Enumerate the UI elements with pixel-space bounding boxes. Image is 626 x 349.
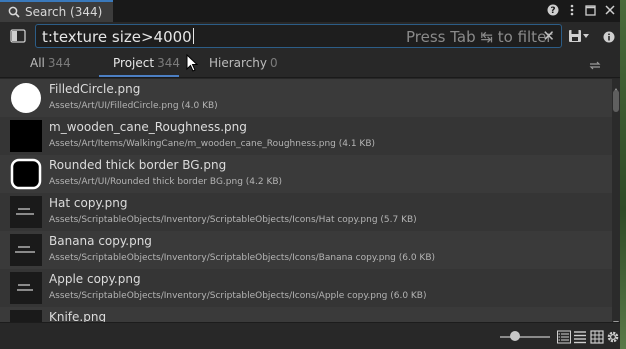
- scrollbar-thumb[interactable]: [613, 90, 619, 112]
- mouse-cursor-icon: [186, 53, 200, 74]
- list-item[interactable]: Apple copy.png Assets/ScriptableObjects/…: [0, 269, 612, 307]
- title-bar: Search (344) ?: [0, 0, 620, 22]
- filled-circle-thumbnail: [10, 82, 42, 114]
- status-bar: [0, 322, 620, 349]
- item-path: Assets/Art/UI/FilledCircle.png (4.0 KB): [49, 101, 218, 111]
- black-square-thumbnail: [10, 120, 42, 152]
- search-toolbar: t:texture size>4000 Press Tab ↹ to filte…: [0, 22, 620, 49]
- close-icon[interactable]: [603, 3, 616, 17]
- svg-text:?: ?: [550, 6, 555, 16]
- tab-hierarchy-label: Hierarchy: [209, 56, 268, 70]
- window-tab-title: Search (344): [25, 5, 103, 19]
- clear-search-icon[interactable]: ✕: [542, 27, 555, 45]
- tab-all-count: 344: [47, 56, 71, 70]
- settings-gear-icon[interactable]: [606, 329, 620, 343]
- side-panel-toggle-icon[interactable]: [10, 28, 26, 43]
- text-thumbnail: [10, 310, 42, 322]
- scene-background: [620, 0, 626, 349]
- info-icon[interactable]: [603, 28, 615, 43]
- list-item[interactable]: Banana copy.png Assets/ScriptableObjects…: [0, 231, 612, 269]
- search-query: t:texture size>4000: [42, 28, 194, 46]
- text-thumbnail: [10, 272, 42, 304]
- item-path: Assets/Art/UI/Rounded thick border BG.pn…: [49, 177, 283, 187]
- table-view-icon[interactable]: [590, 329, 604, 344]
- text-thumbnail: [10, 234, 42, 266]
- item-name: Hat copy.png: [49, 196, 128, 210]
- item-name: FilledCircle.png: [49, 82, 141, 96]
- item-size-slider[interactable]: [500, 336, 550, 338]
- item-path: Assets/ScriptableObjects/Inventory/Scrip…: [49, 215, 417, 225]
- window-tab[interactable]: Search (344): [0, 0, 113, 22]
- search-icon: [8, 6, 20, 18]
- provider-tabs: All 344 Project 344 Hierarchy 0: [0, 50, 620, 78]
- item-path: Assets/Art/Items/WalkingCane/m_wooden_ca…: [49, 139, 376, 149]
- item-size-slider-knob[interactable]: [510, 331, 520, 341]
- item-name: m_wooden_cane_Roughness.png: [49, 120, 247, 134]
- tab-project-label: Project: [113, 56, 155, 70]
- help-icon[interactable]: ?: [546, 3, 559, 17]
- kebab-menu-icon[interactable]: [565, 3, 578, 17]
- scroll-up-icon[interactable]: [613, 80, 619, 93]
- list-item[interactable]: m_wooden_cane_Roughness.png Assets/Art/I…: [0, 117, 612, 155]
- list-view-icon[interactable]: [557, 329, 571, 344]
- item-name: Rounded thick border BG.png: [49, 158, 227, 172]
- text-thumbnail: [10, 196, 42, 228]
- scroll-down-icon[interactable]: [613, 312, 619, 326]
- item-path: Assets/ScriptableObjects/Inventory/Scrip…: [49, 291, 427, 301]
- sync-icon[interactable]: [588, 57, 602, 70]
- search-window: Search (344) ? t:texture size>4000 Press…: [0, 0, 620, 349]
- vertical-scrollbar[interactable]: [612, 79, 620, 326]
- list-item[interactable]: Rounded thick border BG.png Assets/Art/U…: [0, 155, 612, 193]
- tab-all[interactable]: All 344: [30, 56, 71, 70]
- search-hint: Press Tab ↹ to filter: [406, 28, 553, 46]
- results-list: FilledCircle.png Assets/Art/UI/FilledCir…: [0, 79, 612, 322]
- maximize-icon[interactable]: [584, 3, 597, 17]
- tab-hierarchy[interactable]: Hierarchy 0: [209, 56, 278, 70]
- active-tab-indicator: [99, 75, 179, 77]
- list-item[interactable]: Hat copy.png Assets/ScriptableObjects/In…: [0, 193, 612, 231]
- search-input[interactable]: t:texture size>4000 Press Tab ↹ to filte…: [35, 24, 562, 48]
- tab-project[interactable]: Project 344: [113, 56, 180, 70]
- item-path: Assets/ScriptableObjects/Inventory/Scrip…: [49, 253, 436, 263]
- tab-all-label: All: [30, 56, 45, 70]
- list-item[interactable]: Knife.png: [0, 307, 612, 322]
- compact-list-icon[interactable]: [573, 329, 587, 344]
- tab-hierarchy-count: 0: [270, 56, 278, 70]
- list-item[interactable]: FilledCircle.png Assets/Art/UI/FilledCir…: [0, 79, 612, 117]
- item-name: Knife.png: [49, 310, 107, 322]
- save-search-dropdown[interactable]: [568, 28, 590, 42]
- item-name: Banana copy.png: [49, 234, 152, 248]
- item-name: Apple copy.png: [49, 272, 141, 286]
- rounded-border-thumbnail: [10, 158, 42, 190]
- tab-project-count: 344: [157, 56, 180, 70]
